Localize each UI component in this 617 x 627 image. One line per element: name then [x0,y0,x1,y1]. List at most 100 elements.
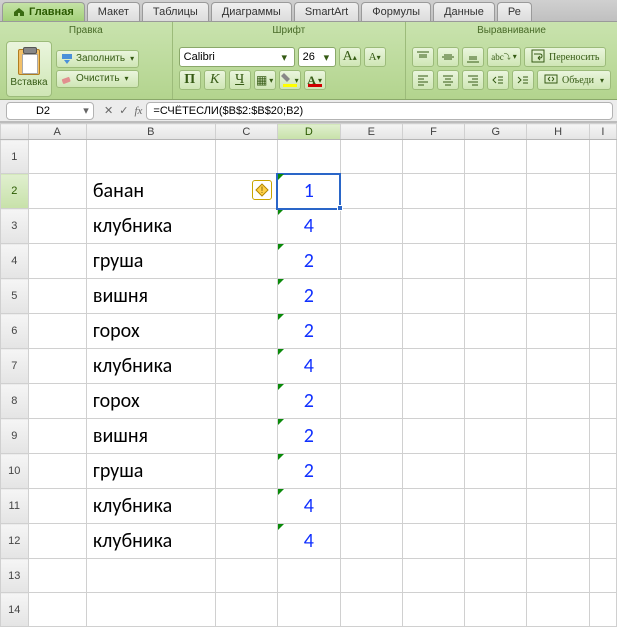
cell[interactable] [589,489,616,524]
cell[interactable] [277,140,340,174]
cell[interactable] [589,593,616,627]
accept-formula-icon[interactable]: ✓ [119,104,128,117]
cell[interactable] [86,140,215,174]
select-all-corner[interactable] [1,124,29,140]
font-name-combo[interactable]: ▾ [179,47,295,67]
orientation-button[interactable]: abc⤵ [487,47,521,67]
cell[interactable] [28,419,86,454]
paste-button[interactable]: Вставка [6,41,52,97]
cell[interactable] [527,419,589,454]
cell[interactable] [215,314,277,349]
cell[interactable] [340,593,402,627]
italic-button[interactable]: К [204,70,226,90]
fill-handle[interactable] [337,205,343,211]
increase-indent-button[interactable] [512,70,534,90]
cell[interactable] [465,140,527,174]
cell[interactable] [215,593,277,627]
cell[interactable] [215,489,277,524]
cell[interactable] [527,559,589,593]
cell[interactable]: вишня [86,279,215,314]
cell[interactable] [215,559,277,593]
cell[interactable] [465,174,527,209]
cell[interactable] [215,209,277,244]
cell[interactable] [340,140,402,174]
cell[interactable] [28,314,86,349]
cell[interactable] [340,244,402,279]
cell[interactable] [340,174,402,209]
col-header[interactable]: F [402,124,464,140]
cell[interactable]: клубника [86,349,215,384]
tab-data[interactable]: Данные [433,2,495,21]
cell[interactable] [589,279,616,314]
font-color-button[interactable]: A [304,70,326,90]
cell[interactable] [465,454,527,489]
align-middle-button[interactable] [437,47,459,67]
row-header[interactable]: 12 [1,524,29,559]
cell[interactable] [527,209,589,244]
cell[interactable] [465,524,527,559]
font-size-input[interactable] [303,51,323,63]
col-header[interactable]: G [465,124,527,140]
underline-button[interactable]: Ч [229,70,251,90]
font-size-combo[interactable]: ▾ [298,47,336,67]
row-header[interactable]: 10 [1,454,29,489]
font-size-dropdown-icon[interactable]: ▾ [322,51,330,64]
cell[interactable] [527,349,589,384]
cell[interactable] [28,174,86,209]
cell[interactable] [215,279,277,314]
cell[interactable] [340,349,402,384]
row-header[interactable]: 5 [1,279,29,314]
cell[interactable] [465,489,527,524]
col-header[interactable]: E [340,124,402,140]
cell[interactable] [402,279,464,314]
cell[interactable] [527,314,589,349]
fill-button[interactable]: Заполнить [56,50,139,68]
fx-icon[interactable]: fx [134,105,142,117]
font-name-dropdown-icon[interactable]: ▾ [279,51,290,64]
cell[interactable] [527,244,589,279]
merge-button[interactable]: Объеди [537,70,611,90]
cell[interactable] [402,559,464,593]
cell[interactable]: горох [86,314,215,349]
cell[interactable] [402,244,464,279]
tab-formulas[interactable]: Формулы [361,2,431,21]
cell[interactable] [215,140,277,174]
cell[interactable]: клубника [86,209,215,244]
cell[interactable] [589,419,616,454]
cell[interactable] [465,209,527,244]
cell[interactable] [340,524,402,559]
cell[interactable] [589,140,616,174]
cell[interactable] [28,593,86,627]
cell[interactable] [277,559,340,593]
cell[interactable] [527,279,589,314]
cell[interactable] [340,384,402,419]
row-header[interactable]: 1 [1,140,29,174]
cell[interactable] [402,524,464,559]
formula-input[interactable] [146,102,613,120]
cell[interactable]: вишня [86,419,215,454]
col-header[interactable]: D [277,124,340,140]
align-left-button[interactable] [412,70,434,90]
cell[interactable]: 4 [277,209,340,244]
tab-tables[interactable]: Таблицы [142,2,209,21]
cell[interactable] [28,279,86,314]
cell[interactable]: 4 [277,524,340,559]
row-header[interactable]: 11 [1,489,29,524]
cell[interactable] [465,559,527,593]
row-header[interactable]: 3 [1,209,29,244]
col-header[interactable]: A [28,124,86,140]
cell[interactable]: банан [86,174,215,209]
col-header[interactable]: I [589,124,616,140]
cell[interactable] [589,209,616,244]
cell[interactable] [28,524,86,559]
cell[interactable] [215,384,277,419]
cell[interactable] [215,349,277,384]
cell[interactable] [465,314,527,349]
cell[interactable] [465,349,527,384]
tab-smartart[interactable]: SmartArt [294,2,359,21]
align-right-button[interactable] [462,70,484,90]
border-button[interactable]: ▦ [254,70,276,90]
row-header[interactable]: 6 [1,314,29,349]
cell[interactable] [340,454,402,489]
tab-layout[interactable]: Макет [87,2,140,21]
